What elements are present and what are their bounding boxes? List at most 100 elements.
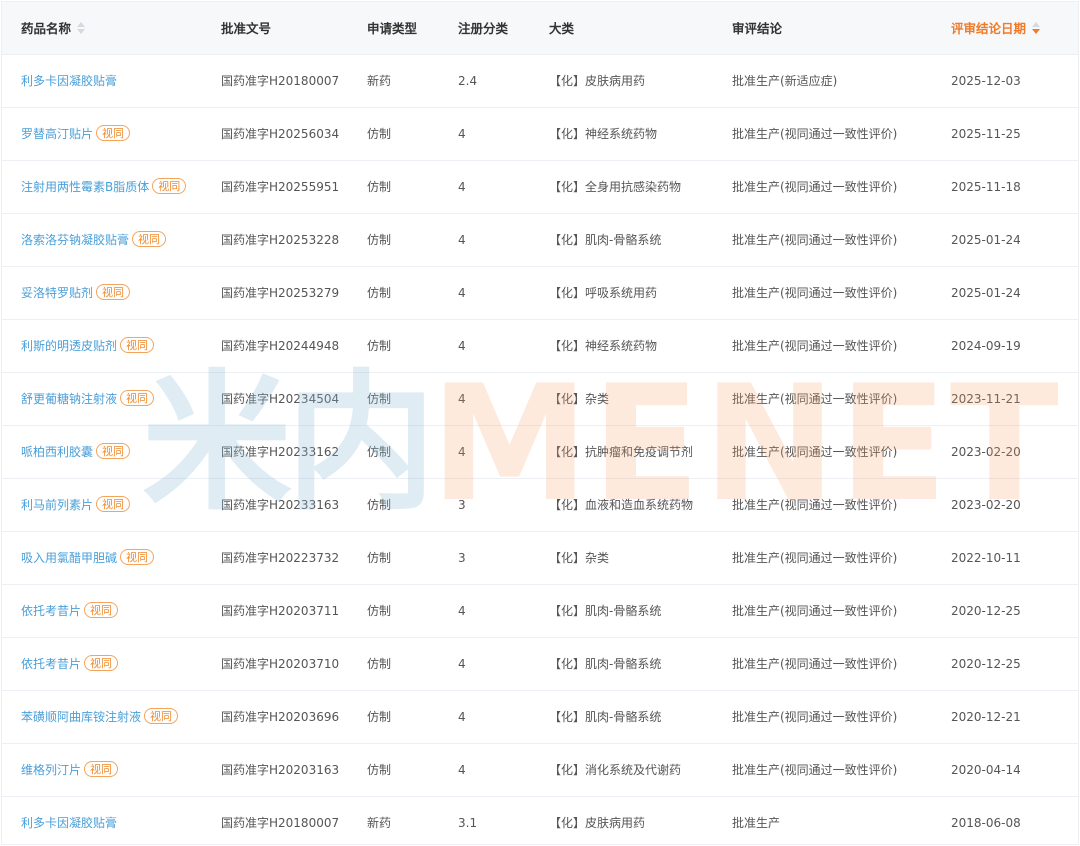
cell-text: 国药准字H20255951 (221, 180, 340, 194)
cell-conclusion: 批准生产(视同通过一致性评价) (732, 531, 951, 585)
drug-name-link[interactable]: 妥洛特罗贴剂 (21, 286, 93, 300)
cell-text: 批准生产(新适应症) (732, 74, 838, 88)
cell-text: 【化】血液和造血系统药物 (549, 498, 694, 512)
drug-name-link[interactable]: 利斯的明透皮贴剂 (21, 339, 117, 353)
cell-approval: 国药准字H20180007 (221, 54, 367, 108)
cell-reg-class: 4 (458, 743, 549, 797)
cell-text: 仿制 (367, 657, 392, 671)
cell-text: 4 (458, 232, 466, 247)
equivalence-tag: 视同 (120, 549, 155, 565)
cell-date: 2023-02-20 (951, 425, 1078, 479)
equivalence-tag: 视同 (84, 761, 119, 777)
drug-name-link[interactable]: 利多卡因凝胶贴膏 (21, 74, 117, 88)
cell-name[interactable]: 依托考昔片 视同 (2, 637, 221, 691)
cell-name[interactable]: 利多卡因凝胶贴膏 (2, 796, 221, 846)
table-row: 洛索洛芬钠凝胶贴膏 视同 国药准字H20253228 仿制 4 【化】肌肉-骨骼系统 批准生… (2, 213, 1078, 267)
cell-text: 仿制 (367, 604, 392, 618)
drug-name-link[interactable]: 依托考昔片 (21, 604, 81, 618)
cell-text: 国药准字H20203711 (221, 604, 340, 618)
cell-name[interactable]: 依托考昔片 视同 (2, 584, 221, 638)
column-header-date[interactable]: 评审结论日期 (951, 2, 1078, 55)
cell-category: 【化】全身用抗感染药物 (549, 160, 732, 214)
drug-name-link[interactable]: 哌柏西利胶囊 (21, 445, 93, 459)
cell-text: 国药准字H20253279 (221, 286, 340, 300)
cell-category: 【化】呼吸系统用药 (549, 266, 732, 320)
cell-text: 批准生产(视同通过一致性评价) (732, 286, 898, 300)
drug-name-link[interactable]: 利马前列素片 (21, 498, 93, 512)
cell-text: 批准生产(视同通过一致性评价) (732, 551, 898, 565)
cell-name[interactable]: 苯磺顺阿曲库铵注射液 视同 (2, 690, 221, 744)
cell-reg-class: 4 (458, 425, 549, 479)
cell-name[interactable]: 妥洛特罗贴剂 视同 (2, 266, 221, 320)
drug-name-link[interactable]: 依托考昔片 (21, 657, 81, 671)
drug-name-link[interactable]: 舒更葡糖钠注射液 (21, 392, 117, 406)
cell-text: 2020-12-25 (951, 656, 1021, 671)
cell-app-type: 仿制 (367, 425, 458, 479)
equivalence-tag: 视同 (96, 443, 131, 459)
cell-text: 批准生产 (732, 816, 781, 830)
cell-conclusion: 批准生产(视同通过一致性评价) (732, 690, 951, 744)
cell-conclusion: 批准生产(视同通过一致性评价) (732, 478, 951, 532)
drug-approval-table: 药品名称 批准文号 申请类型 注册分类 大类 审评结论 评审结论日期 利多卡因凝… (2, 2, 1078, 846)
table-row: 利多卡因凝胶贴膏 国药准字H20180007 新药 3.1 【化】皮肤病用药 批准生产 20… (2, 796, 1078, 846)
cell-approval: 国药准字H20244948 (221, 319, 367, 373)
cell-name[interactable]: 罗替高汀贴片 视同 (2, 107, 221, 161)
column-header-date-label: 评审结论日期 (951, 21, 1027, 37)
column-header-name[interactable]: 药品名称 (2, 2, 221, 55)
cell-name[interactable]: 注射用两性霉素B脂质体 视同 (2, 160, 221, 214)
cell-app-type: 仿制 (367, 266, 458, 320)
table-row: 罗替高汀贴片 视同 国药准字H20256034 仿制 4 【化】神经系统药物 批准生产(视同… (2, 107, 1078, 161)
cell-name[interactable]: 洛索洛芬钠凝胶贴膏 视同 (2, 213, 221, 267)
cell-text: 国药准字H20233162 (221, 445, 340, 459)
cell-text: 3 (458, 497, 466, 512)
cell-approval: 国药准字H20203710 (221, 637, 367, 691)
sort-icon[interactable] (77, 22, 86, 35)
column-header-app-type-label: 申请类型 (367, 21, 418, 37)
cell-name[interactable]: 维格列汀片 视同 (2, 743, 221, 797)
cell-name[interactable]: 利斯的明透皮贴剂 视同 (2, 319, 221, 373)
cell-name[interactable]: 吸入用氯醋甲胆碱 视同 (2, 531, 221, 585)
drug-name-link[interactable]: 利多卡因凝胶贴膏 (21, 816, 117, 830)
cell-text: 【化】消化系统及代谢药 (549, 763, 682, 777)
equivalence-tag: 视同 (96, 284, 131, 300)
drug-name-link[interactable]: 注射用两性霉素B脂质体 (21, 180, 149, 194)
cell-text: 4 (458, 338, 466, 353)
column-header-app-type: 申请类型 (367, 2, 458, 55)
cell-name[interactable]: 利多卡因凝胶贴膏 (2, 54, 221, 108)
column-header-reg-class: 注册分类 (458, 2, 549, 55)
cell-text: 仿制 (367, 551, 392, 565)
drug-name-link[interactable]: 吸入用氯醋甲胆碱 (21, 551, 117, 565)
cell-app-type: 仿制 (367, 531, 458, 585)
cell-category: 【化】杂类 (549, 531, 732, 585)
cell-text: 仿制 (367, 498, 392, 512)
cell-text: 批准生产(视同通过一致性评价) (732, 763, 898, 777)
cell-reg-class: 2.4 (458, 54, 549, 108)
cell-text: 4 (458, 444, 466, 459)
cell-category: 【化】肌肉-骨骼系统 (549, 584, 732, 638)
cell-text: 3 (458, 550, 466, 565)
drug-name-link[interactable]: 罗替高汀贴片 (21, 127, 93, 141)
drug-name-link[interactable]: 维格列汀片 (21, 763, 81, 777)
sort-desc-icon[interactable] (1032, 22, 1041, 35)
cell-category: 【化】神经系统药物 (549, 319, 732, 373)
equivalence-tag: 视同 (84, 655, 119, 671)
cell-text: 批准生产(视同通过一致性评价) (732, 127, 898, 141)
cell-text: 4 (458, 709, 466, 724)
column-header-conclusion: 审评结论 (732, 2, 951, 55)
drug-name-link[interactable]: 苯磺顺阿曲库铵注射液 (21, 710, 141, 724)
cell-text: 【化】呼吸系统用药 (549, 286, 658, 300)
cell-text: 国药准字H20253228 (221, 233, 340, 247)
drug-name-link[interactable]: 洛索洛芬钠凝胶贴膏 (21, 233, 129, 247)
cell-name[interactable]: 舒更葡糖钠注射液 视同 (2, 372, 221, 426)
cell-date: 2025-11-25 (951, 107, 1078, 161)
cell-app-type: 仿制 (367, 690, 458, 744)
cell-category: 【化】皮肤病用药 (549, 54, 732, 108)
table-row: 维格列汀片 视同 国药准字H20203163 仿制 4 【化】消化系统及代谢药 批准生产(视… (2, 743, 1078, 797)
cell-conclusion: 批准生产 (732, 796, 951, 846)
cell-name[interactable]: 利马前列素片 视同 (2, 478, 221, 532)
drug-approval-table-container: 药品名称 批准文号 申请类型 注册分类 大类 审评结论 评审结论日期 利多卡因凝… (1, 1, 1079, 846)
cell-name[interactable]: 哌柏西利胶囊 视同 (2, 425, 221, 479)
cell-app-type: 仿制 (367, 743, 458, 797)
table-row: 哌柏西利胶囊 视同 国药准字H20233162 仿制 4 【化】抗肿瘤和免疫调节剂 批准生产… (2, 425, 1078, 479)
cell-date: 2023-02-20 (951, 478, 1078, 532)
